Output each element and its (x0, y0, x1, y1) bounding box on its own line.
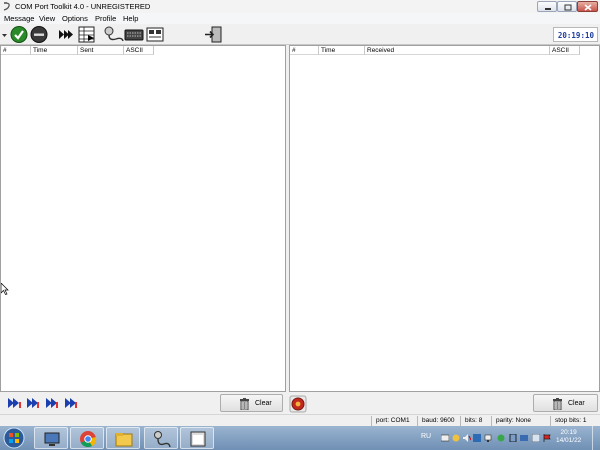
show-desktop-button[interactable] (592, 426, 600, 450)
restore-icon (564, 4, 572, 11)
sent-list[interactable]: # Time Sent ASCII (0, 45, 286, 392)
stop-icon[interactable] (289, 395, 307, 413)
mouse-cursor (1, 283, 9, 295)
menu-profile[interactable]: Profile (95, 14, 116, 23)
menu-help[interactable]: Help (123, 14, 138, 23)
close-button[interactable] (577, 1, 598, 12)
trash-icon (553, 398, 562, 410)
tray-icon[interactable] (452, 434, 460, 442)
send-all-icon[interactable] (58, 26, 74, 43)
column-header-time[interactable]: Time (319, 46, 365, 55)
status-parity: parity: None (491, 416, 547, 426)
terminal-icon[interactable] (146, 26, 164, 43)
network-icon[interactable] (484, 434, 492, 442)
title-bar[interactable]: COM Port Toolkit 4.0 - UNREGISTERED (0, 0, 600, 13)
clear-label: Clear (255, 400, 272, 407)
taskbar-explorer-app[interactable] (34, 427, 68, 449)
keyboard-icon[interactable] (124, 26, 144, 43)
status-bits: bits: 8 (460, 416, 491, 426)
column-header-number[interactable]: # (290, 46, 319, 55)
column-header-ascii[interactable]: ASCII (550, 46, 580, 55)
column-header-received[interactable]: Received (365, 46, 550, 55)
send-arrows-icon[interactable] (45, 396, 60, 410)
tray-icon[interactable] (497, 434, 505, 442)
column-header-sent[interactable]: Sent (78, 46, 124, 55)
flag-icon[interactable] (543, 434, 551, 442)
system-clock[interactable]: 20:19 14/01/22 (556, 429, 581, 445)
tray-icon[interactable] (520, 434, 528, 442)
taskbar-comport-app[interactable] (144, 427, 178, 449)
send-arrows-icon[interactable] (64, 396, 79, 410)
connect-check-icon[interactable] (10, 26, 28, 43)
menu-bar: Message View Options Profile Help (0, 13, 600, 24)
column-header-time[interactable]: Time (31, 46, 78, 55)
send-arrows-icon[interactable] (26, 396, 41, 410)
clock-text: 20:19:10 (557, 31, 594, 40)
dropdown-arrow-icon[interactable] (1, 26, 8, 43)
taskbar-chrome-app[interactable] (70, 427, 104, 449)
window-icon (190, 431, 206, 447)
received-list[interactable]: # Time Received ASCII (289, 45, 600, 392)
computer-icon (44, 432, 60, 446)
tray-icon[interactable] (532, 434, 540, 442)
tray-icon[interactable] (441, 434, 449, 442)
send-arrows-icon[interactable] (7, 396, 22, 410)
clear-label: Clear (568, 400, 585, 407)
system-time: 20:19 (560, 429, 577, 436)
minimize-icon (545, 8, 551, 10)
send-table-icon[interactable] (78, 26, 96, 43)
clear-received-button[interactable]: Clear (533, 394, 598, 412)
maximize-button[interactable] (557, 1, 577, 12)
taskbar-window-app[interactable] (180, 427, 214, 449)
language-indicator[interactable]: RU (421, 433, 431, 440)
app-icon (3, 2, 10, 11)
speaker-icon[interactable] (463, 434, 471, 442)
tray-icon[interactable] (509, 434, 517, 442)
disconnect-icon[interactable] (30, 26, 48, 43)
port-settings-icon[interactable] (104, 26, 124, 43)
exit-icon[interactable] (204, 26, 222, 43)
tray-icon[interactable] (473, 434, 481, 442)
close-icon (584, 4, 592, 11)
window-title: COM Port Toolkit 4.0 - UNREGISTERED (15, 2, 151, 11)
column-header-ascii[interactable]: ASCII (124, 46, 154, 55)
menu-options[interactable]: Options (62, 14, 88, 23)
status-stop-bits: stop bits: 1 (550, 416, 600, 426)
menu-view[interactable]: View (39, 14, 55, 23)
status-port: port: COM1 (371, 416, 417, 426)
taskbar: RU 20:19 14/01/22 (0, 426, 600, 450)
folder-icon (115, 433, 133, 447)
clock-display: 20:19:10 (553, 27, 598, 42)
port-cable-icon (154, 431, 171, 448)
chrome-icon (80, 431, 97, 448)
taskbar-folder-app[interactable] (106, 427, 140, 449)
trash-icon (240, 398, 249, 410)
start-button[interactable] (2, 427, 26, 449)
status-baud: baud: 9600 (417, 416, 460, 426)
status-bar: port: COM1 baud: 9600 bits: 8 parity: No… (0, 414, 600, 426)
minimize-button[interactable] (537, 1, 557, 12)
column-header-number[interactable]: # (1, 46, 31, 55)
menu-message[interactable]: Message (4, 14, 34, 23)
system-date: 14/01/22 (556, 437, 582, 444)
clear-sent-button[interactable]: Clear (220, 394, 283, 412)
toolbar: 20:19:10 (0, 24, 600, 45)
